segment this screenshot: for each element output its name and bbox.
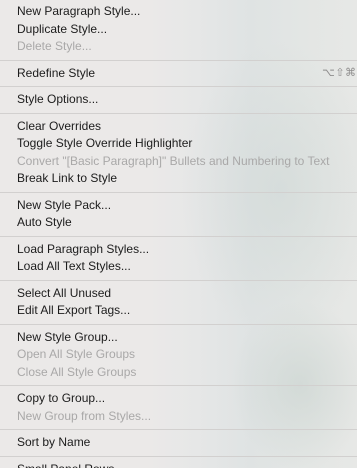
menu-item-style-options[interactable]: Style Options... xyxy=(0,91,357,109)
menu-item-label: Load Paragraph Styles... xyxy=(17,241,150,256)
menu-item-load-all-text-styles[interactable]: Load All Text Styles... xyxy=(0,258,357,276)
menu-item-label: Open All Style Groups xyxy=(17,347,136,361)
menu-item-label: New Style Pack... xyxy=(17,197,112,212)
menu-item-label: Clear Overrides xyxy=(17,118,102,133)
menu-item-label: Load All Text Styles... xyxy=(17,259,131,273)
menu-item-label: Auto Style xyxy=(17,215,72,229)
menu-separator xyxy=(0,235,357,237)
menu-item-label: Small Panel Rows xyxy=(17,462,114,468)
menu-item-new-group-from-styles: New Group from Styles... xyxy=(0,408,357,426)
menu-item-copy-to-group[interactable]: Copy to Group... xyxy=(0,390,357,408)
menu-item-convert-basic-paragraph-bullets-and-numbering-to-text: Convert "[Basic Paragraph]" Bullets and … xyxy=(0,153,357,171)
menu-item-shortcut: ⌥⇧⌘R xyxy=(322,66,357,79)
menu-item-sort-by-name[interactable]: Sort by Name xyxy=(0,434,357,452)
menu-separator xyxy=(0,112,357,114)
menu-item-close-all-style-groups: Close All Style Groups xyxy=(0,364,357,382)
menu-item-redefine-style[interactable]: Redefine Style ⌥⇧⌘R xyxy=(0,65,357,83)
menu-item-duplicate-style[interactable]: Duplicate Style... xyxy=(0,21,357,39)
menu-separator xyxy=(0,385,357,386)
menu-item-label: Break Link to Style xyxy=(17,171,118,185)
menu-item-label: Style Options... xyxy=(17,92,99,106)
menu-item-break-link-to-style[interactable]: Break Link to Style xyxy=(0,170,357,188)
menu-item-label: Close All Style Groups xyxy=(17,364,137,379)
menu-item-label: Convert "[Basic Paragraph]" Bullets and … xyxy=(17,153,330,168)
menu-separator xyxy=(0,191,357,193)
menu-item-label: Duplicate Style... xyxy=(17,21,108,36)
menu-item-label: Delete Style... xyxy=(17,39,92,53)
menu-item-label: Toggle Style Override Highlighter xyxy=(17,136,193,150)
menu-item-label: Select All Unused xyxy=(17,285,112,300)
menu-item-label: Sort by Name xyxy=(17,435,91,449)
menu-separator xyxy=(0,455,357,457)
menu-item-label: Edit All Export Tags... xyxy=(17,303,131,317)
menu-item-select-all-unused[interactable]: Select All Unused xyxy=(0,285,357,303)
menu-item-list: New Paragraph Style... Duplicate Style...… xyxy=(0,3,357,468)
paragraph-styles-panel-menu: New Paragraph Style... Duplicate Style...… xyxy=(0,0,357,468)
menu-item-open-all-style-groups: Open All Style Groups xyxy=(0,346,357,364)
menu-item-toggle-style-override-highlighter[interactable]: Toggle Style Override Highlighter xyxy=(0,135,357,153)
menu-separator xyxy=(0,86,357,87)
menu-item-new-style-group[interactable]: New Style Group... xyxy=(0,329,357,347)
menu-item-label: New Paragraph Style... xyxy=(17,4,141,18)
menu-separator xyxy=(0,59,357,61)
menu-item-delete-style: Delete Style... xyxy=(0,38,357,56)
menu-item-new-paragraph-style[interactable]: New Paragraph Style... xyxy=(0,3,357,21)
menu-item-label: New Group from Styles... xyxy=(17,408,152,423)
menu-item-edit-all-export-tags[interactable]: Edit All Export Tags... xyxy=(0,302,357,320)
menu-item-label: Copy to Group... xyxy=(17,391,106,405)
menu-item-small-panel-rows[interactable]: Small Panel Rows xyxy=(0,461,357,468)
menu-separator xyxy=(0,323,357,325)
menu-separator xyxy=(0,279,357,281)
menu-item-new-style-pack[interactable]: New Style Pack... xyxy=(0,197,357,215)
menu-item-auto-style[interactable]: Auto Style xyxy=(0,214,357,232)
menu-item-clear-overrides[interactable]: Clear Overrides xyxy=(0,118,357,136)
menu-separator xyxy=(0,429,357,430)
menu-item-label: Redefine Style xyxy=(17,65,96,80)
menu-item-label: New Style Group... xyxy=(17,329,118,344)
menu-item-load-paragraph-styles[interactable]: Load Paragraph Styles... xyxy=(0,241,357,259)
